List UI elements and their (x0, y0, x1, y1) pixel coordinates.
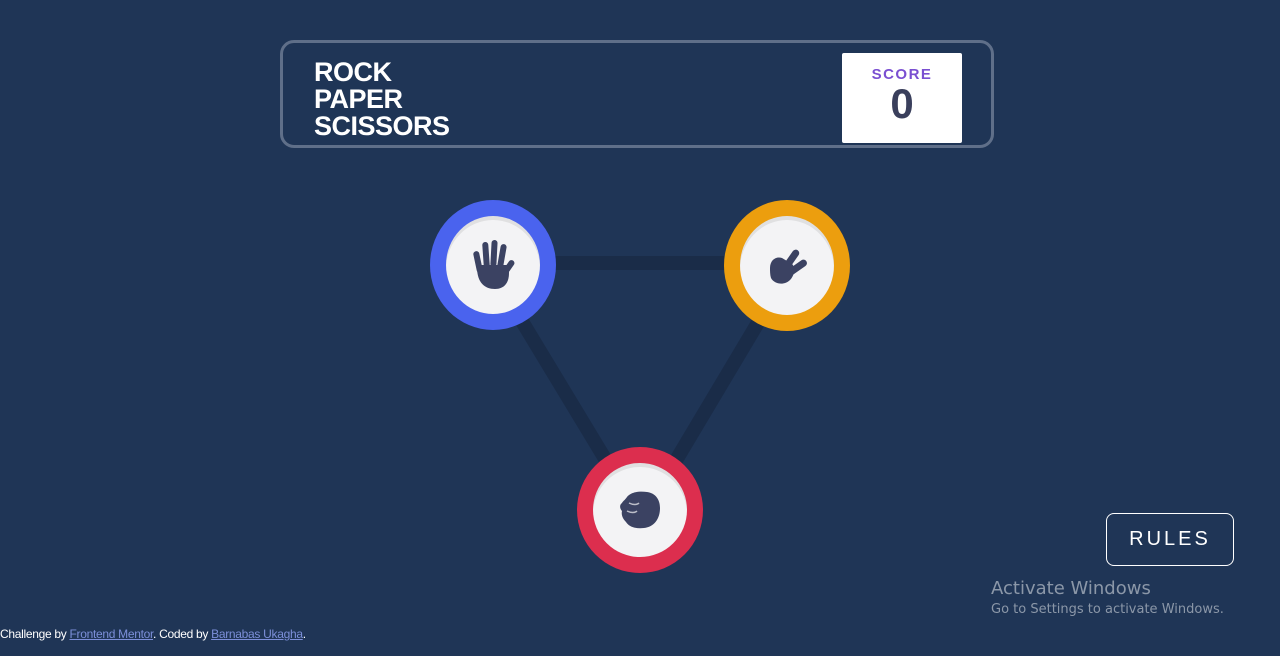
triangle-right-edge (668, 312, 769, 466)
paper-hand-icon (473, 240, 515, 289)
watermark-title: Activate Windows (991, 578, 1151, 599)
attribution: Challenge by Frontend Mentor. Coded by B… (0, 627, 306, 641)
attribution-prefix: Challenge by (0, 627, 70, 641)
rock-button-face (593, 463, 687, 557)
triangle-left-edge (514, 314, 613, 466)
activate-windows-watermark: Activate Windows Go to Settings to activ… (991, 578, 1224, 620)
scissors-button-face (740, 216, 834, 315)
scissors-button[interactable] (724, 200, 850, 331)
watermark-subtitle: Go to Settings to activate Windows. (991, 602, 1224, 617)
attribution-middle: . Coded by (153, 627, 212, 641)
frontend-mentor-link[interactable]: Frontend Mentor (69, 627, 153, 641)
paper-button[interactable] (430, 200, 556, 330)
rock-fist-icon (620, 491, 660, 529)
paper-button-face (446, 216, 540, 314)
scissors-hand-icon (770, 249, 807, 284)
game-board (0, 0, 1280, 656)
rules-button[interactable]: RULES (1106, 513, 1234, 566)
attribution-suffix: . (302, 627, 306, 641)
rock-button[interactable] (577, 447, 703, 573)
author-link[interactable]: Barnabas Ukagha (211, 627, 303, 641)
